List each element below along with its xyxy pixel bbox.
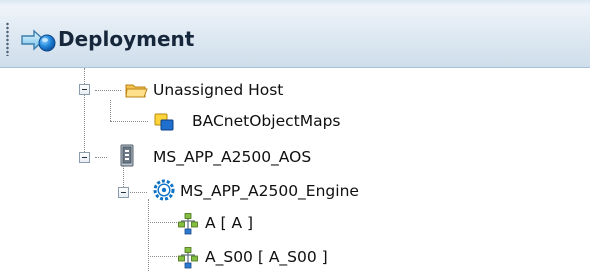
area-icon (178, 247, 198, 269)
tree-label-engine[interactable]: MS_APP_A2500_Engine (180, 181, 359, 201)
tree-label-area-a-s00[interactable]: A_S00 [ A_S00 ] (205, 247, 328, 267)
tree-label-unassigned-host[interactable]: Unassigned Host (153, 80, 283, 100)
bacnet-connector (110, 121, 148, 122)
panel-title: Deployment (58, 27, 195, 51)
tree-label-app-host[interactable]: MS_APP_A2500_AOS (153, 147, 311, 167)
unassigned-host-branch (95, 90, 121, 91)
object-map-icon (154, 113, 174, 131)
app-host-collapse-toggle[interactable] (79, 152, 90, 163)
server-icon (120, 144, 134, 167)
deployment-tree[interactable]: Unassigned Host BACnetObjectMaps MS_APP_… (0, 68, 590, 271)
engine-collapse-toggle[interactable] (118, 187, 129, 198)
deployment-arrow-icon (21, 29, 56, 52)
engine-branch (128, 192, 147, 193)
tree-root-connector (84, 68, 85, 158)
unassigned-host-collapse-toggle[interactable] (79, 84, 90, 95)
area-a-s00-connector (148, 256, 177, 257)
panel-header: Deployment (0, 6, 590, 68)
tree-label-bacnet-object-maps[interactable]: BACnetObjectMaps (192, 111, 341, 131)
folder-open-icon (125, 84, 148, 98)
engine-gear-icon (153, 179, 175, 201)
deployment-panel: Deployment Unassigned Host BACnetObjectM… (0, 0, 590, 271)
area-a-connector (148, 222, 177, 223)
tree-label-area-a[interactable]: A [ A ] (205, 213, 253, 233)
unassigned-host-connector (110, 100, 111, 121)
area-icon (178, 213, 198, 235)
drag-grip-icon[interactable] (6, 22, 9, 56)
app-host-branch (95, 157, 107, 158)
engine-connector (148, 199, 149, 271)
